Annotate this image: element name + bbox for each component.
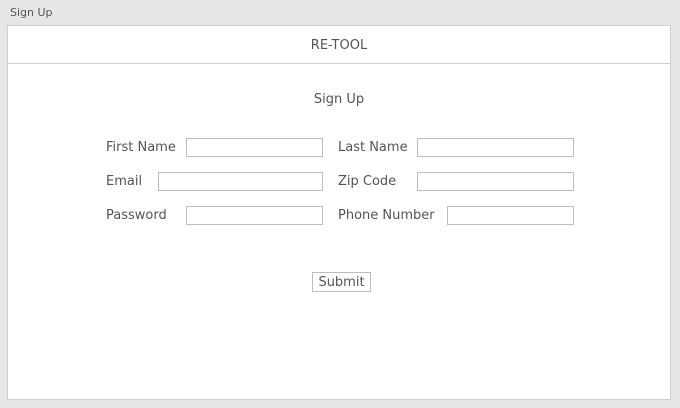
password-label: Password <box>106 208 167 223</box>
phone-number-label: Phone Number <box>338 208 435 223</box>
phone-number-field[interactable] <box>447 206 574 225</box>
last-name-label: Last Name <box>338 140 408 155</box>
email-label: Email <box>106 174 143 189</box>
signup-panel: RE-TOOL Sign Up First Name Last Name Ema… <box>7 25 671 400</box>
last-name-field[interactable] <box>417 138 574 157</box>
password-field[interactable] <box>186 206 323 225</box>
submit-button[interactable]: Submit <box>312 272 371 292</box>
window-title: Sign Up <box>10 6 53 19</box>
email-field[interactable] <box>158 172 323 191</box>
first-name-field[interactable] <box>186 138 323 157</box>
zip-code-label: Zip Code <box>338 174 397 189</box>
zip-code-field[interactable] <box>417 172 574 191</box>
form-title: Sign Up <box>313 92 365 107</box>
app-header: RE-TOOL <box>8 26 670 64</box>
first-name-label: First Name <box>106 140 176 155</box>
